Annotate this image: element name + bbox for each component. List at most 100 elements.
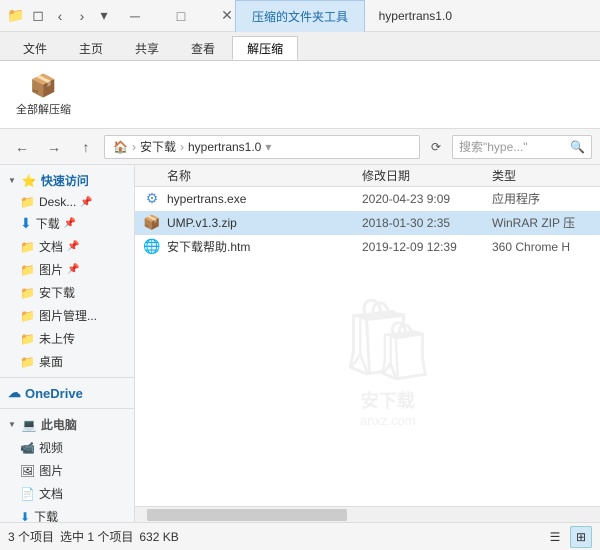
- compress-tool-label: 压缩的文件夹工具: [235, 0, 365, 32]
- folder-an-icon: 📁: [20, 286, 35, 300]
- col-type-header[interactable]: 类型: [492, 167, 592, 184]
- expand-arrow-pc: ▼: [8, 420, 16, 429]
- tab-file[interactable]: 文件: [8, 36, 62, 60]
- htm-icon: 🌐: [143, 238, 161, 256]
- forward-button[interactable]: →: [40, 133, 68, 161]
- tab-extract[interactable]: 解压缩: [232, 36, 298, 60]
- col-date-header[interactable]: 修改日期: [362, 167, 492, 184]
- sidebar-onedrive[interactable]: ☁ OneDrive: [0, 382, 134, 404]
- refresh-button[interactable]: ⟳: [424, 135, 448, 159]
- sidebar-quick-access[interactable]: ▼ ⭐ 快速访问: [0, 169, 134, 192]
- file-type-1: WinRAR ZIP 压: [492, 214, 592, 231]
- breadcrumb-download[interactable]: 安下载: [140, 138, 176, 155]
- search-icon[interactable]: 🔍: [570, 140, 585, 154]
- window-controls: ─ □ ✕: [112, 0, 250, 32]
- quick-access-arrow: ▼: [8, 176, 16, 185]
- sidebar-divider-1: [0, 377, 134, 378]
- horizontal-scrollbar[interactable]: [135, 506, 600, 522]
- large-icon-view-button[interactable]: ⊞: [570, 526, 592, 548]
- table-row[interactable]: 🌐 安下载帮助.htm 2019-12-09 12:39 360 Chrome …: [135, 235, 600, 259]
- window-title: hypertrans1.0: [379, 9, 452, 23]
- onedrive-icon: ☁: [8, 385, 21, 401]
- view-controls: ☰ ⊞: [544, 526, 592, 548]
- watermark-bag-icon: 🛍: [337, 293, 439, 387]
- sidebar-item-pictures[interactable]: 📁 图片 📌: [0, 258, 134, 281]
- sidebar-item-sidebardesk[interactable]: 📁 桌面: [0, 350, 134, 373]
- main-area: ▼ ⭐ 快速访问 📁 Desk... 📌 ⬇ 下载 📌 📁 文档 📌 📁 图片 …: [0, 165, 600, 522]
- watermark: 🛍 安下载 anxz.com: [337, 293, 439, 428]
- file-type-2: 360 Chrome H: [492, 240, 592, 254]
- nav-bar: ← → ↑ 🏠 › 安下载 › hypertrans1.0 ▾ ⟳ 搜索"hyp…: [0, 129, 600, 165]
- picture-icon: 🖼: [20, 464, 35, 478]
- sidebar-item-pc-docs[interactable]: 📄 文档: [0, 482, 134, 505]
- up-button[interactable]: ↑: [72, 133, 100, 161]
- status-info: 3 个项目 选中 1 个项目 632 KB: [8, 528, 179, 545]
- search-box[interactable]: 搜索"hype..." 🔍: [452, 135, 592, 159]
- selected-size: 632 KB: [139, 530, 178, 544]
- sidebar-item-pc-downloads[interactable]: ⬇ 下载: [0, 505, 134, 522]
- pin-icon-4: 📌: [67, 264, 79, 275]
- extract-all-button[interactable]: 📦 全部解压缩: [8, 69, 79, 121]
- back-button[interactable]: ←: [8, 133, 36, 161]
- ribbon-content: 📦 全部解压缩: [0, 60, 600, 128]
- sidebar-item-unuploaded[interactable]: 📁 未上传: [0, 327, 134, 350]
- tab-home[interactable]: 主页: [64, 36, 118, 60]
- breadcrumb-folder[interactable]: hypertrans1.0: [188, 140, 261, 154]
- file-list: 🛍 安下载 anxz.com ⚙ hypertrans.exe 2020-04-…: [135, 187, 600, 506]
- download-icon: ⬇: [20, 215, 32, 232]
- folder-picmgr-icon: 📁: [20, 309, 35, 323]
- watermark-text: 安下载: [337, 387, 439, 413]
- folder-icon: 📁: [20, 195, 35, 209]
- quick-access-icon[interactable]: ◻: [30, 8, 46, 24]
- table-row[interactable]: 📦 UMP.v1.3.zip 2018-01-30 2:35 WinRAR ZI…: [135, 211, 600, 235]
- extract-all-icon: 📦: [30, 73, 57, 99]
- maximize-button[interactable]: □: [158, 0, 204, 32]
- folder-upload-icon: 📁: [20, 332, 35, 346]
- folder-docs-icon: 📁: [20, 240, 35, 254]
- sidebar-item-pic-mgr[interactable]: 📁 图片管理...: [0, 304, 134, 327]
- quick-access-icon: ⭐: [22, 174, 37, 188]
- window-icon: 📁: [8, 8, 24, 24]
- ribbon-tab-bar: 文件 主页 共享 查看 解压缩: [0, 32, 600, 60]
- forward-icon[interactable]: ›: [74, 8, 90, 24]
- status-bar: 3 个项目 选中 1 个项目 632 KB ☰ ⊞: [0, 522, 600, 550]
- computer-icon: 💻: [22, 418, 37, 432]
- file-name-0: hypertrans.exe: [167, 192, 362, 206]
- file-name-1: UMP.v1.3.zip: [167, 216, 362, 230]
- pin-icon-2: 📌: [64, 218, 76, 229]
- sidebar-item-docs[interactable]: 📁 文档 📌: [0, 235, 134, 258]
- down-icon[interactable]: ▾: [96, 8, 112, 24]
- sidebar-this-pc[interactable]: ▼ 💻 此电脑: [0, 413, 134, 436]
- scroll-thumb[interactable]: [147, 509, 347, 521]
- pin-icon-3: 📌: [67, 241, 79, 252]
- column-header: 名称 修改日期 类型: [135, 165, 600, 187]
- sidebar-item-pc-pictures[interactable]: 🖼 图片: [0, 459, 134, 482]
- item-count: 3 个项目: [8, 528, 54, 545]
- folder-pictures-icon: 📁: [20, 263, 35, 277]
- dl-icon: ⬇: [20, 510, 30, 523]
- exe-icon: ⚙: [143, 190, 161, 208]
- sidebar-item-anzaixia[interactable]: 📁 安下载: [0, 281, 134, 304]
- table-row[interactable]: ⚙ hypertrans.exe 2020-04-23 9:09 应用程序: [135, 187, 600, 211]
- sidebar-divider-2: [0, 408, 134, 409]
- tab-view[interactable]: 查看: [176, 36, 230, 60]
- title-bar: 📁 ◻ ‹ › ▾ 压缩的文件夹工具 hypertrans1.0 ─ □ ✕: [0, 0, 600, 32]
- breadcrumb[interactable]: 🏠 › 安下载 › hypertrans1.0 ▾: [104, 135, 420, 159]
- tab-share[interactable]: 共享: [120, 36, 174, 60]
- details-view-button[interactable]: ☰: [544, 526, 566, 548]
- sidebar-item-downloads[interactable]: ⬇ 下载 📌: [0, 212, 134, 235]
- selected-count: 选中 1 个项目: [60, 528, 133, 545]
- file-date-1: 2018-01-30 2:35: [362, 216, 492, 230]
- file-date-2: 2019-12-09 12:39: [362, 240, 492, 254]
- sidebar-item-video[interactable]: 📹 视频: [0, 436, 134, 459]
- sidebar: ▼ ⭐ 快速访问 📁 Desk... 📌 ⬇ 下载 📌 📁 文档 📌 📁 图片 …: [0, 165, 135, 522]
- sidebar-item-desktop[interactable]: 📁 Desk... 📌: [0, 192, 134, 212]
- title-bar-icons: 📁 ◻ ‹ › ▾: [8, 8, 112, 24]
- ribbon: 文件 主页 共享 查看 解压缩 📦 全部解压缩: [0, 32, 600, 129]
- back-icon[interactable]: ‹: [52, 8, 68, 24]
- watermark-url: anxz.com: [337, 413, 439, 428]
- file-type-0: 应用程序: [492, 190, 592, 207]
- col-name-header[interactable]: 名称: [143, 167, 362, 184]
- doc-icon: 📄: [20, 487, 35, 501]
- minimize-button[interactable]: ─: [112, 0, 158, 32]
